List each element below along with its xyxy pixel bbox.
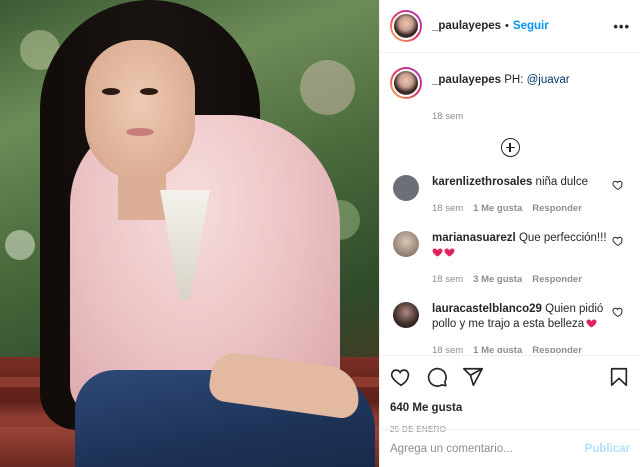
heart-icon[interactable]	[390, 366, 412, 388]
comment-body: lauracastelblanco29 Quien pidió pollo y …	[432, 302, 612, 353]
caption-avatar-image	[392, 69, 420, 97]
right-eye	[140, 88, 158, 95]
author-avatar-image	[392, 12, 420, 40]
post-photo[interactable]	[0, 0, 379, 467]
more-options-icon[interactable]: •••	[613, 19, 630, 34]
caption-mention[interactable]: @juavar	[527, 74, 570, 86]
load-more-comments[interactable]	[390, 138, 630, 157]
comment-item: karenlizethrosales niña dulce 18 sem 1 M…	[390, 175, 630, 216]
comment-heart-icon[interactable]	[612, 306, 624, 318]
caption-body: PH:	[501, 74, 527, 86]
author-avatar[interactable]	[390, 10, 422, 42]
comment-time[interactable]: 18 sem	[432, 272, 463, 287]
comment-body: marianasuarezl Que perfección!!! 18 sem …	[432, 231, 612, 287]
post-caption: _paulayepes PH: @juavar	[390, 67, 630, 99]
comment-meta: 18 sem 3 Me gusta Responder	[432, 272, 612, 287]
paper-plane-icon[interactable]	[462, 366, 484, 388]
comment-avatar[interactable]	[393, 231, 419, 257]
comment-meta: 18 sem 1 Me gusta Responder	[432, 201, 612, 216]
instagram-post: _paulayepes • Seguir ••• _paulayepes PH:…	[0, 0, 640, 467]
comment-username[interactable]: lauracastelblanco29	[432, 303, 542, 315]
comment-time[interactable]: 18 sem	[432, 201, 463, 216]
likes-count[interactable]: 640 Me gusta	[390, 402, 630, 414]
comment-likes[interactable]: 1 Me gusta	[473, 343, 522, 353]
heart-emoji-icon	[586, 319, 597, 328]
plus-circle-icon[interactable]	[500, 138, 520, 157]
comment-bubble-icon[interactable]	[426, 366, 448, 388]
face	[85, 40, 195, 180]
comment-text: Que perfección!!!	[515, 232, 607, 244]
comment-avatar[interactable]	[393, 175, 419, 201]
caption-username[interactable]: _paulayepes	[432, 74, 501, 86]
reply-button[interactable]: Responder	[532, 201, 582, 216]
add-comment-bar: Publicar	[380, 429, 640, 467]
post-sidebar: _paulayepes • Seguir ••• _paulayepes PH:…	[379, 0, 640, 467]
comment-meta: 18 sem 1 Me gusta Responder	[432, 343, 612, 353]
header-separator: •	[505, 20, 509, 32]
author-username[interactable]: _paulayepes	[432, 20, 501, 32]
comment-username[interactable]: karenlizethrosales	[432, 176, 532, 188]
left-eye	[102, 88, 120, 95]
caption-time[interactable]: 18 sem	[432, 111, 630, 122]
comment-item: marianasuarezl Que perfección!!! 18 sem …	[390, 231, 630, 287]
publish-button[interactable]: Publicar	[585, 443, 630, 455]
background-bokeh	[5, 230, 35, 260]
heart-emoji-icon	[432, 248, 443, 257]
comment-heart-icon[interactable]	[612, 235, 624, 247]
lips	[126, 128, 154, 136]
heart-emoji-icon	[444, 248, 455, 257]
comment-text: niña dulce	[532, 176, 588, 188]
comment-username[interactable]: marianasuarezl	[432, 232, 516, 244]
comment-avatar[interactable]	[393, 302, 419, 328]
background-bokeh	[300, 60, 355, 115]
comment-input[interactable]	[390, 442, 585, 455]
comment-body: karenlizethrosales niña dulce 18 sem 1 M…	[432, 175, 612, 216]
comments-section: _paulayepes PH: @juavar 18 sem karenlize…	[380, 53, 640, 353]
post-actions: 640 Me gusta 25 DE ENERO Publicar	[380, 355, 640, 467]
comment-likes[interactable]: 1 Me gusta	[473, 201, 522, 216]
action-icons	[390, 366, 630, 388]
reply-button[interactable]: Responder	[532, 343, 582, 353]
caption-avatar[interactable]	[390, 67, 422, 99]
post-header: _paulayepes • Seguir •••	[380, 0, 640, 53]
bookmark-icon[interactable]	[608, 366, 630, 388]
reply-button[interactable]: Responder	[532, 272, 582, 287]
follow-button[interactable]: Seguir	[513, 20, 549, 32]
caption-text: _paulayepes PH: @juavar	[432, 73, 570, 88]
comment-item: lauracastelblanco29 Quien pidió pollo y …	[390, 302, 630, 353]
comment-likes[interactable]: 3 Me gusta	[473, 272, 522, 287]
comment-heart-icon[interactable]	[612, 179, 624, 191]
comment-time[interactable]: 18 sem	[432, 343, 463, 353]
